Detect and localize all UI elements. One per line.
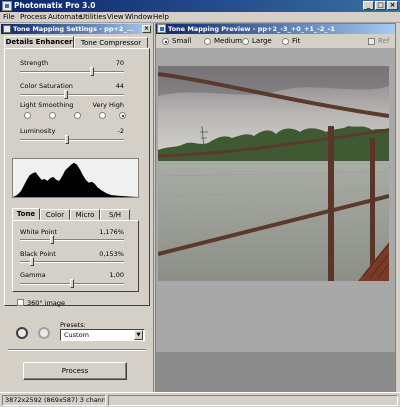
menu-utilities[interactable]: Utilities [80, 13, 106, 21]
tab-tone-compressor[interactable]: Tone Compressor [74, 37, 148, 48]
subtab-sh[interactable]: S/H [100, 209, 130, 220]
light-smoothing-option-3[interactable] [74, 112, 81, 119]
strength-slider-thumb[interactable] [90, 67, 94, 76]
preview-titlebar: Tone Mapping Preview - pp+2_-3_+0_+1_-2_… [156, 24, 395, 34]
size-fit-label: Fit [292, 37, 301, 45]
luminosity-value: -2 [117, 127, 124, 135]
panel-icon [3, 25, 11, 33]
menu-bar: File Process Automate Utilities View Win… [0, 12, 400, 23]
white-point-value: 1,176% [99, 228, 124, 236]
gamma-slider-thumb[interactable] [70, 279, 74, 288]
size-medium-radio[interactable] [204, 38, 211, 45]
gamma-value: 1,00 [109, 271, 124, 279]
light-smoothing-option-4[interactable] [99, 112, 106, 119]
black-point-slider-thumb[interactable] [30, 257, 34, 266]
workspace-background [156, 352, 395, 392]
window-controls: _ □ × [363, 1, 398, 10]
luminosity-label: Luminosity [20, 127, 56, 135]
subtab-tone[interactable]: Tone [12, 208, 40, 220]
menu-automate[interactable]: Automate [48, 13, 82, 21]
tone-mapping-preview-window: Tone Mapping Preview - pp+2_-3_+0_+1_-2_… [155, 23, 396, 392]
preview-title: Tone Mapping Preview - pp+2_-3_+0_+1_-2_… [168, 25, 335, 33]
settings-panel-title: Tone Mapping Settings - pp+2_... [13, 25, 135, 33]
black-point-label: Black Point [20, 250, 56, 258]
strength-slider[interactable] [20, 67, 124, 76]
light-smoothing-option-5[interactable] [119, 112, 126, 119]
settings-panel-close-button[interactable]: × [142, 25, 151, 33]
color-saturation-slider[interactable] [20, 90, 124, 99]
strength-value: 70 [115, 59, 124, 67]
tone-mapping-settings-panel: Tone Mapping Settings - pp+2_... × Detai… [0, 23, 154, 392]
size-large-radio[interactable] [242, 38, 249, 45]
subtab-micro[interactable]: Micro [70, 209, 100, 220]
chevron-down-icon[interactable]: ▼ [134, 330, 143, 340]
gamma-slider[interactable] [20, 279, 124, 288]
color-saturation-label: Color Saturation [20, 82, 73, 90]
histogram-graph [13, 162, 138, 197]
minimize-button[interactable]: _ [363, 1, 374, 10]
presets-dropdown[interactable]: Custom ▼ [60, 329, 145, 341]
app-title: Photomatix Pro 3.0 [14, 1, 96, 10]
presets-value: Custom [64, 331, 89, 339]
preview-image [158, 66, 389, 281]
luminance-histogram [12, 158, 139, 198]
divider [8, 349, 146, 351]
size-medium-label: Medium [214, 37, 242, 45]
subtab-color[interactable]: Color [40, 209, 70, 220]
preview-icon [157, 24, 166, 33]
strength-label: Strength [20, 59, 49, 67]
image-360-label: 360° image [27, 299, 65, 307]
app-titlebar: Photomatix Pro 3.0 _ □ × [0, 0, 400, 12]
size-small-radio[interactable] [162, 38, 169, 45]
light-smoothing-label: Light Smoothing [20, 101, 74, 109]
light-smoothing-option-2[interactable] [49, 112, 56, 119]
menu-window[interactable]: Window [125, 13, 153, 21]
settings-panel-titlebar: Tone Mapping Settings - pp+2_... × [1, 24, 152, 34]
size-large-label: Large [252, 37, 272, 45]
light-smoothing-option-1[interactable] [24, 112, 31, 119]
status-image-info: 3872x2592 (869x587) 3 channels 32 bits [2, 395, 106, 406]
luminosity-slider[interactable] [20, 135, 124, 144]
luminosity-slider-thumb[interactable] [65, 135, 69, 144]
close-button[interactable]: × [387, 1, 398, 10]
lake-photo [158, 66, 389, 281]
image-360-checkbox[interactable] [17, 299, 24, 306]
white-point-slider[interactable] [20, 235, 124, 244]
menu-file[interactable]: File [3, 13, 15, 21]
black-point-value: 0,153% [99, 250, 124, 258]
photomatix-app-icon [2, 1, 12, 11]
gamma-label: Gamma [20, 271, 46, 279]
color-saturation-slider-thumb[interactable] [64, 90, 68, 99]
refresh-checkbox[interactable] [368, 38, 375, 45]
tab-details-enhancer[interactable]: Details Enhancer [4, 36, 74, 48]
preview-size-toolbar: Small Medium Large Fit Ref [156, 34, 395, 48]
redo-icon[interactable] [38, 327, 50, 339]
very-high-label: Very High [92, 101, 124, 109]
menu-help[interactable]: Help [153, 13, 169, 21]
undo-icon[interactable] [16, 327, 28, 339]
menu-process[interactable]: Process [20, 13, 47, 21]
preview-empty-area [156, 282, 395, 352]
refresh-label: Ref [378, 37, 390, 45]
black-point-slider[interactable] [20, 257, 124, 266]
size-small-label: Small [172, 37, 192, 45]
size-fit-radio[interactable] [282, 38, 289, 45]
maximize-button[interactable]: □ [375, 1, 386, 10]
process-button[interactable]: Process [23, 362, 127, 380]
color-saturation-value: 44 [115, 82, 124, 90]
white-point-slider-thumb[interactable] [50, 235, 54, 244]
status-bar: 3872x2592 (869x587) 3 channels 32 bits [0, 392, 400, 407]
status-pane [108, 395, 398, 406]
presets-label: Presets: [60, 321, 86, 329]
menu-view[interactable]: View [107, 13, 124, 21]
